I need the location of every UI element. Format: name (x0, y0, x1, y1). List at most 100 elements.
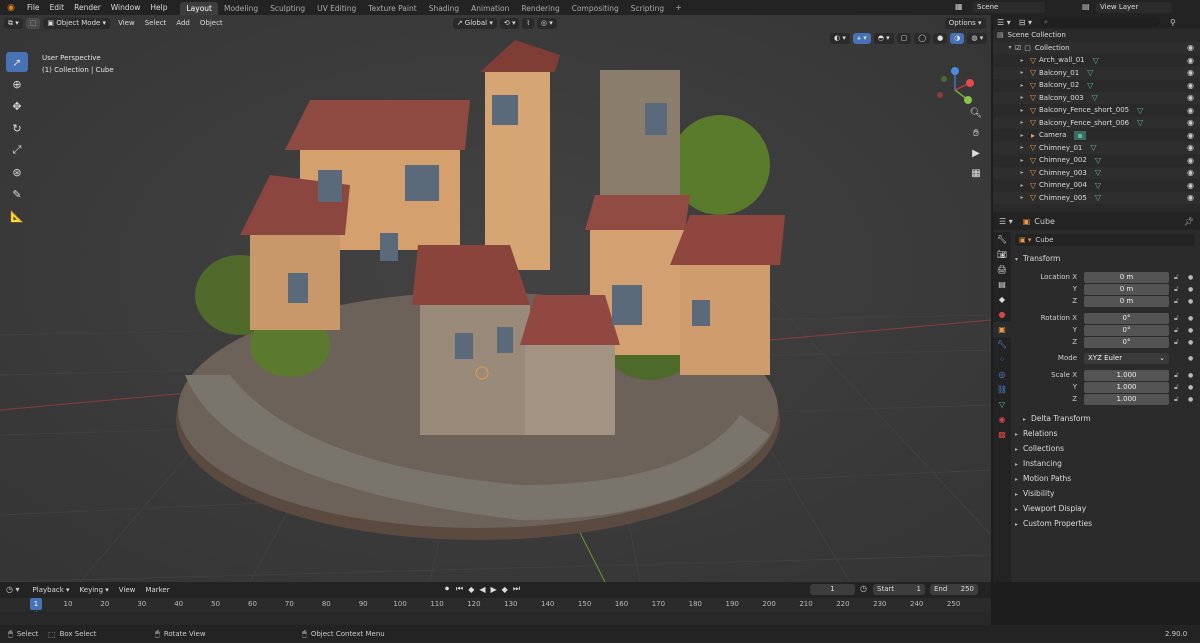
keyframe-icon[interactable]: ● (1188, 355, 1193, 362)
properties-section[interactable]: ▸ Motion Paths (1015, 472, 1197, 486)
prev-keyframe-icon[interactable]: ◆ (468, 585, 474, 594)
properties-section[interactable]: ▸ Custom Properties (1015, 517, 1197, 531)
expand-icon[interactable]: ▸ (1017, 107, 1027, 114)
lock-icon[interactable]: 🔓︎ (1174, 285, 1179, 294)
view-layer-tab-icon[interactable]: ▤ (993, 277, 1011, 292)
timeline-menu-marker[interactable]: Marker (140, 586, 174, 594)
eye-icon[interactable]: ◉ (1187, 43, 1194, 52)
tab-scripting[interactable]: Scripting (625, 2, 670, 15)
move-tool-icon[interactable]: ✥ (6, 96, 28, 116)
expand-icon[interactable]: ▸ (1017, 82, 1027, 89)
scene-icon[interactable]: ▦ (955, 2, 963, 11)
eye-icon[interactable]: ◉ (1187, 181, 1194, 190)
viewport-menu-select[interactable]: Select (140, 19, 172, 27)
shading-solid-icon[interactable]: ● (933, 33, 948, 44)
outliner-row[interactable]: ▸ ▽ Arch_wall_01 ▽ ◉ (993, 54, 1200, 67)
object-name-field[interactable]: ▣ ▾ Cube (1015, 234, 1195, 246)
rotation-x-field[interactable]: 0° (1084, 313, 1169, 324)
eye-icon[interactable]: ◉ (1187, 118, 1194, 127)
particles-tab-icon[interactable]: ⁘ (993, 352, 1011, 367)
tab-sculpting[interactable]: Sculpting (264, 2, 311, 15)
scale-x-field[interactable]: 1.000 (1084, 370, 1169, 381)
properties-section[interactable]: ▸ Collections (1015, 442, 1197, 456)
timeline-menu-playback[interactable]: Playback ▾ (28, 586, 75, 594)
scene-field[interactable]: Scene (973, 2, 1045, 13)
tab-compositing[interactable]: Compositing (566, 2, 625, 15)
record-icon[interactable]: ⏺ (445, 584, 449, 594)
keyframe-icon[interactable]: ● (1188, 339, 1193, 346)
eye-icon[interactable]: ◉ (1187, 106, 1194, 115)
eye-icon[interactable]: ◉ (1187, 168, 1194, 177)
outliner-row[interactable]: ▸ ▽ Balcony_02 ▽ ◉ (993, 79, 1200, 92)
expand-icon[interactable]: ▸ (1017, 182, 1027, 189)
timeline-type-icon[interactable]: ◷ ▾ (6, 585, 20, 594)
proportional-edit-icon[interactable]: ◎ ▾ (536, 17, 557, 29)
start-frame-field[interactable]: Start 1 (873, 584, 925, 595)
camera-view-icon[interactable]: ▶ (968, 145, 984, 161)
outliner-row[interactable]: ▸ ▽ Balcony_Fence_short_005 ▽ ◉ (993, 104, 1200, 117)
transform-tool-icon[interactable]: ⊛ (6, 162, 28, 182)
delta-transform-section[interactable]: ▸ Delta Transform (1023, 412, 1193, 426)
keyframe-icon[interactable]: ● (1188, 384, 1193, 391)
expand-icon[interactable]: ▸ (1017, 169, 1027, 176)
outliner-row[interactable]: ▸ ▽ Chimney_002 ▽ ◉ (993, 154, 1200, 167)
jump-start-icon[interactable]: ⏮ (456, 584, 463, 594)
expand-icon[interactable]: ▸ (1017, 69, 1027, 76)
scale-z-field[interactable]: 1.000 (1084, 394, 1169, 405)
keyframe-icon[interactable]: ● (1188, 396, 1193, 403)
eye-icon[interactable]: ◉ (1187, 193, 1194, 202)
collection-row[interactable]: ▾ ☑ ▢ Collection ◉ (993, 41, 1200, 54)
location-z-field[interactable]: 0 m (1084, 296, 1169, 307)
eye-icon[interactable]: ◉ (1187, 68, 1194, 77)
timeline-ruler[interactable]: 10 20 30 40 50 60 70 80 90 100 110 120 130 140 150 160 1… (0, 598, 991, 612)
tool-tab-icon[interactable]: 🔧︎ (993, 232, 1011, 247)
visibility-icon[interactable]: ◐ ▾ (830, 33, 850, 44)
pivot-icon[interactable]: ⟲ ▾ (499, 17, 520, 29)
rotation-mode-dropdown[interactable]: XYZ Euler ⌄ (1084, 353, 1169, 364)
expand-icon[interactable]: ▸ (1017, 144, 1027, 151)
outliner-row[interactable]: ▸ ▸ Camera ▪ ◉ (993, 129, 1200, 142)
cursor-tool-icon[interactable]: ⊕ (6, 74, 28, 94)
viewport-menu-view[interactable]: View (113, 19, 140, 27)
select-mode-icon[interactable]: ⬚ (25, 17, 41, 29)
editor-type-icon[interactable]: ⧉ ▾ (4, 17, 23, 29)
checkbox-icon[interactable]: ☑ (1015, 44, 1021, 52)
display-mode-icon[interactable]: ⊟ ▾ (1019, 18, 1032, 27)
filter-icon[interactable]: ⚲ (1170, 18, 1176, 27)
outliner-type-icon[interactable]: ☰ ▾ (997, 18, 1011, 27)
keyframe-icon[interactable]: ● (1188, 298, 1193, 305)
blender-logo-icon[interactable]: ◉ (0, 0, 22, 15)
view-layer-icon[interactable]: ▤ (1082, 2, 1090, 11)
properties-section[interactable]: ▸ Viewport Display (1015, 502, 1197, 516)
tab-layout[interactable]: Layout (180, 2, 218, 15)
overlay-icon[interactable]: ◓ ▾ (873, 33, 894, 44)
lock-icon[interactable]: 🔓︎ (1174, 395, 1179, 404)
texture-tab-icon[interactable]: ▩ (993, 427, 1011, 442)
eye-icon[interactable]: ◉ (1187, 156, 1194, 165)
next-keyframe-icon[interactable]: ◆ (502, 585, 508, 594)
properties-section[interactable]: ▸ Instancing (1015, 457, 1197, 471)
keyframe-icon[interactable]: ● (1188, 274, 1193, 281)
expand-icon[interactable]: ▸ (1017, 194, 1027, 201)
eye-icon[interactable]: ◉ (1187, 143, 1194, 152)
location-x-field[interactable]: 0 m (1084, 272, 1169, 283)
measure-tool-icon[interactable]: 📐 (6, 206, 28, 226)
properties-type-icon[interactable]: ☰ ▾ (999, 217, 1013, 226)
keyframe-icon[interactable]: ● (1188, 327, 1193, 334)
add-workspace-icon[interactable]: + (670, 0, 687, 15)
render-tab-icon[interactable]: 📷︎ (993, 247, 1011, 262)
zoom-view-icon[interactable]: 🔍︎ (968, 105, 984, 121)
outliner-row[interactable]: ▸ ▽ Balcony_01 ▽ ◉ (993, 66, 1200, 79)
play-icon[interactable]: ▶ (491, 585, 497, 594)
expand-icon[interactable]: ▸ (1017, 57, 1027, 64)
properties-section[interactable]: ▸ Relations (1015, 427, 1197, 441)
rotation-y-field[interactable]: 0° (1084, 325, 1169, 336)
viewport-menu-add[interactable]: Add (171, 19, 195, 27)
outliner-row[interactable]: ▸ ▽ Chimney_003 ▽ ◉ (993, 166, 1200, 179)
collapse-icon[interactable]: ▾ (1005, 44, 1015, 51)
scene-tab-icon[interactable]: ◆ (993, 292, 1011, 307)
pan-view-icon[interactable]: ✋︎ (968, 125, 984, 141)
outliner-row[interactable]: ▸ ▽ Chimney_01 ▽ ◉ (993, 141, 1200, 154)
expand-icon[interactable]: ▸ (1017, 157, 1027, 164)
jump-end-icon[interactable]: ⏭ (513, 584, 520, 594)
